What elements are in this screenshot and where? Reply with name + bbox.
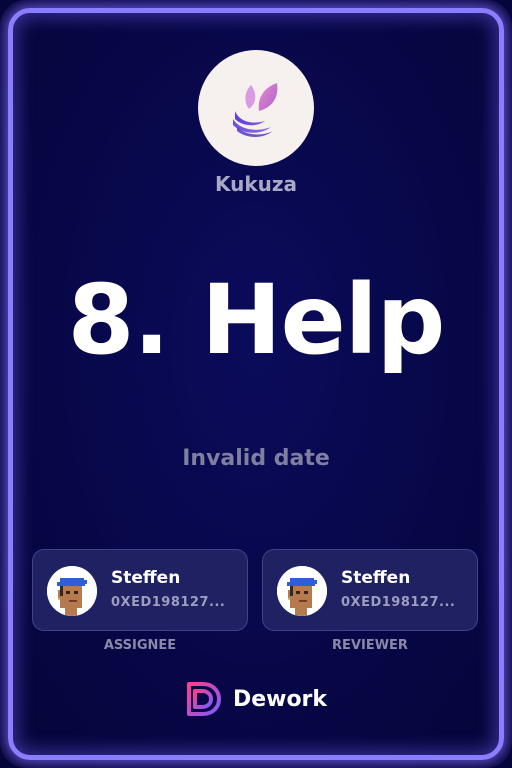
leaf-wave-icon (233, 83, 278, 137)
avatar (277, 566, 327, 616)
brand-name: Dework (232, 686, 328, 712)
task-title: 8. Help (67, 264, 446, 376)
reviewer-card[interactable]: Steffen 0XED198127... (262, 549, 478, 631)
organization-logo (198, 50, 314, 166)
reviewer-address: 0XED198127... (341, 595, 456, 610)
assignee-role-label: ASSIGNEE (103, 638, 177, 653)
pixel-avatar-icon (277, 566, 327, 616)
reviewer-role-label: REVIEWER (332, 638, 408, 653)
dework-logo-icon (186, 682, 221, 716)
avatar (47, 566, 97, 616)
assignee-name: Steffen (111, 568, 181, 588)
reviewer-name: Steffen (341, 568, 411, 588)
pixel-avatar-icon (47, 566, 97, 616)
due-date: Invalid date (182, 446, 330, 471)
task-card: Kukuza 8. Help Invalid date Steffen 0XED… (0, 0, 512, 768)
brand-footer: Dework (0, 680, 512, 718)
assignee-address: 0XED198127... (111, 595, 226, 610)
assignee-card[interactable]: Steffen 0XED198127... (32, 549, 248, 631)
organization-name: Kukuza (214, 172, 298, 196)
